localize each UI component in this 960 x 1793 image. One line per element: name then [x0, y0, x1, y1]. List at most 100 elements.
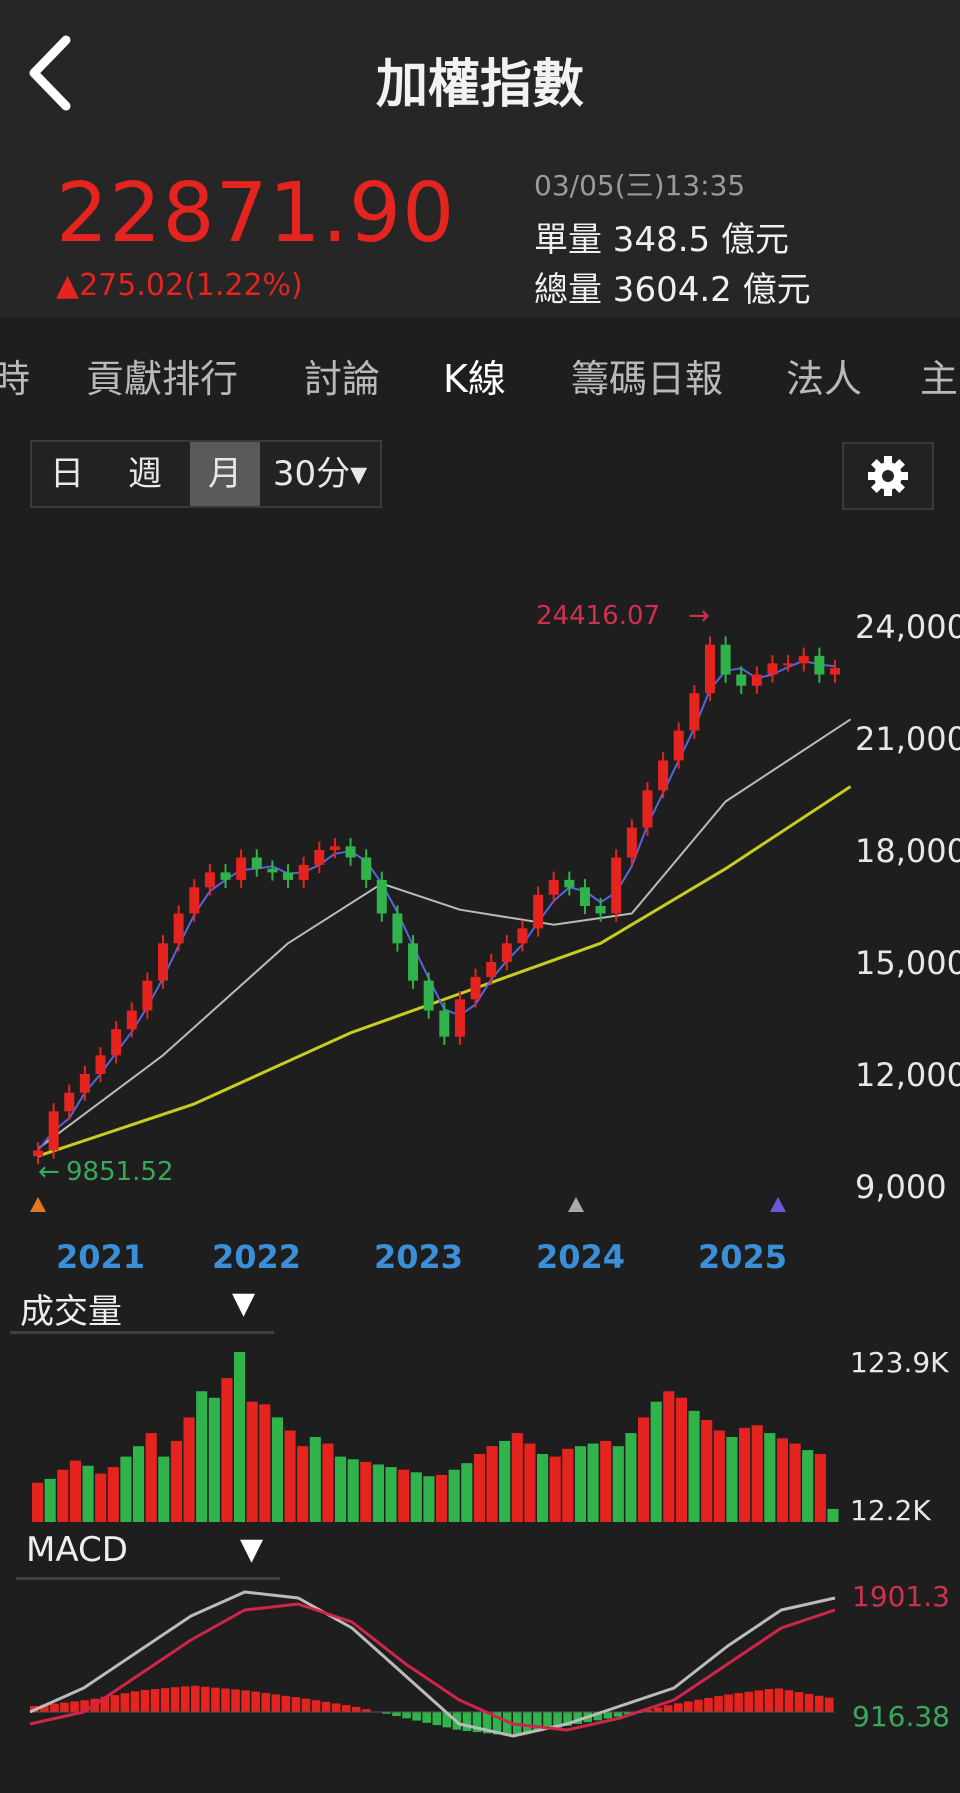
candle-body — [595, 906, 606, 914]
x-tick: 2025 — [698, 1238, 787, 1270]
volume-bar — [486, 1446, 498, 1522]
macd-bar — [814, 1695, 824, 1712]
volume-indicator-select[interactable]: 成交量 ▼ — [10, 1282, 274, 1334]
price-axis: 24,000 21,000 18,000 15,000 12,000 9,000 — [855, 608, 960, 1206]
low-arrow: ← — [38, 1157, 60, 1187]
macd-bar — [824, 1697, 834, 1712]
macd-bar — [402, 1712, 411, 1719]
candle-body — [611, 857, 622, 914]
tab-chip-daily[interactable]: 籌碼日報 — [571, 348, 723, 403]
candle-body — [501, 943, 512, 962]
year-axis: 2021 2022 2023 2024 2025 — [56, 1238, 787, 1270]
volume-bar — [158, 1456, 170, 1522]
ma-line — [37, 659, 836, 1152]
candle-body — [783, 663, 794, 666]
macd-bar — [804, 1693, 814, 1712]
macd-bar — [211, 1687, 220, 1712]
candle-body — [830, 668, 840, 675]
candle-body — [408, 943, 419, 981]
ma-short-line — [37, 659, 836, 1152]
x-tick: 2021 — [56, 1238, 145, 1270]
candle-body — [220, 872, 231, 880]
macd-bar — [140, 1689, 150, 1712]
volume-bar — [436, 1474, 448, 1522]
candle-body — [33, 1150, 43, 1157]
tab-main[interactable]: 主 — [920, 348, 958, 403]
index-price: 22871.90 — [56, 166, 456, 261]
candle-body — [298, 864, 309, 880]
macd-bar — [653, 1707, 663, 1712]
x-tick: 2022 — [212, 1238, 301, 1270]
macd-bar — [694, 1699, 703, 1712]
volume-bar — [82, 1465, 94, 1522]
candle-body — [173, 913, 184, 944]
settings-button[interactable] — [842, 442, 934, 510]
volume-bar — [499, 1440, 511, 1522]
volume-chart: 123.9K 12.2K — [32, 1346, 949, 1527]
period-30min[interactable]: 30分▾ — [264, 442, 376, 506]
top-bar: 加權指數 22871.90 ▲275.02(1.22%) 03/05(三)13:… — [0, 0, 960, 318]
tab-time[interactable]: 時 — [0, 348, 30, 403]
macd-bar — [301, 1698, 311, 1712]
timestamp: 03/05(三)13:35 — [534, 169, 746, 202]
candle-body — [111, 1029, 122, 1056]
macd-bar — [754, 1690, 764, 1712]
tab-institutional[interactable]: 法人 — [786, 348, 862, 403]
volume-bar — [423, 1476, 435, 1522]
volume-bar — [170, 1440, 182, 1522]
candle-body — [423, 980, 434, 1011]
volume-bar — [675, 1397, 687, 1522]
candle-body — [95, 1055, 106, 1074]
macd-bar — [130, 1691, 140, 1712]
ma-mid-line — [37, 718, 852, 1150]
volume-bar — [246, 1401, 258, 1522]
macd-indicator-select[interactable]: MACD ▼ — [16, 1528, 280, 1580]
event-marker-icon — [568, 1197, 584, 1212]
candle-body — [673, 730, 684, 761]
macd-bar — [432, 1712, 442, 1726]
candle-body — [329, 846, 340, 850]
macd-bar — [311, 1700, 321, 1712]
period-month[interactable]: 月 — [190, 442, 260, 506]
macd-bar — [462, 1712, 472, 1731]
macd-bar — [341, 1705, 351, 1712]
period-week[interactable]: 週 — [110, 442, 180, 506]
volume-bar — [360, 1461, 372, 1522]
macd-bar — [663, 1705, 673, 1712]
kline-chart[interactable]: 24,000 21,000 18,000 15,000 12,000 9,000… — [0, 580, 960, 1270]
candle-body — [517, 928, 528, 944]
tab-discussion[interactable]: 討論 — [304, 348, 380, 403]
macd-bar — [281, 1695, 291, 1712]
candle-body — [642, 790, 653, 828]
macd-bar — [110, 1695, 120, 1712]
price-change: ▲275.02(1.22%) — [56, 268, 303, 303]
candle-body — [689, 693, 700, 731]
y-tick: 18,000 — [855, 832, 960, 870]
volume-bar — [196, 1391, 208, 1522]
macd-bar — [674, 1703, 683, 1712]
candle-body — [345, 846, 356, 858]
tab-kline[interactable]: K線 — [443, 348, 506, 403]
macd-bar — [221, 1688, 230, 1712]
candle-body — [361, 857, 372, 880]
candle-body — [658, 760, 669, 791]
volume-bar — [297, 1446, 309, 1522]
low-label: 9851.52 — [66, 1157, 174, 1187]
period-day[interactable]: 日 — [32, 442, 102, 506]
macd-bar — [613, 1712, 623, 1717]
volume-bar — [473, 1454, 485, 1522]
volume-bar — [271, 1417, 283, 1522]
macd-bar — [231, 1689, 240, 1712]
triangle-down-icon: ▼ — [232, 1286, 256, 1321]
volume-bar — [537, 1454, 549, 1522]
volume-bar — [713, 1430, 725, 1522]
volume-bars — [32, 1352, 839, 1522]
tab-contribution[interactable]: 貢獻排行 — [86, 348, 238, 403]
tab-bar: 時 貢獻排行 討論 K線 籌碼日報 法人 主 — [0, 318, 960, 426]
volume-bar — [95, 1473, 107, 1522]
candle-body — [79, 1074, 90, 1093]
volume-bar — [183, 1417, 195, 1522]
period-selector: 日 週 月 30分▾ — [30, 440, 382, 508]
volume-bar — [814, 1454, 826, 1522]
ma-line — [37, 718, 852, 1150]
